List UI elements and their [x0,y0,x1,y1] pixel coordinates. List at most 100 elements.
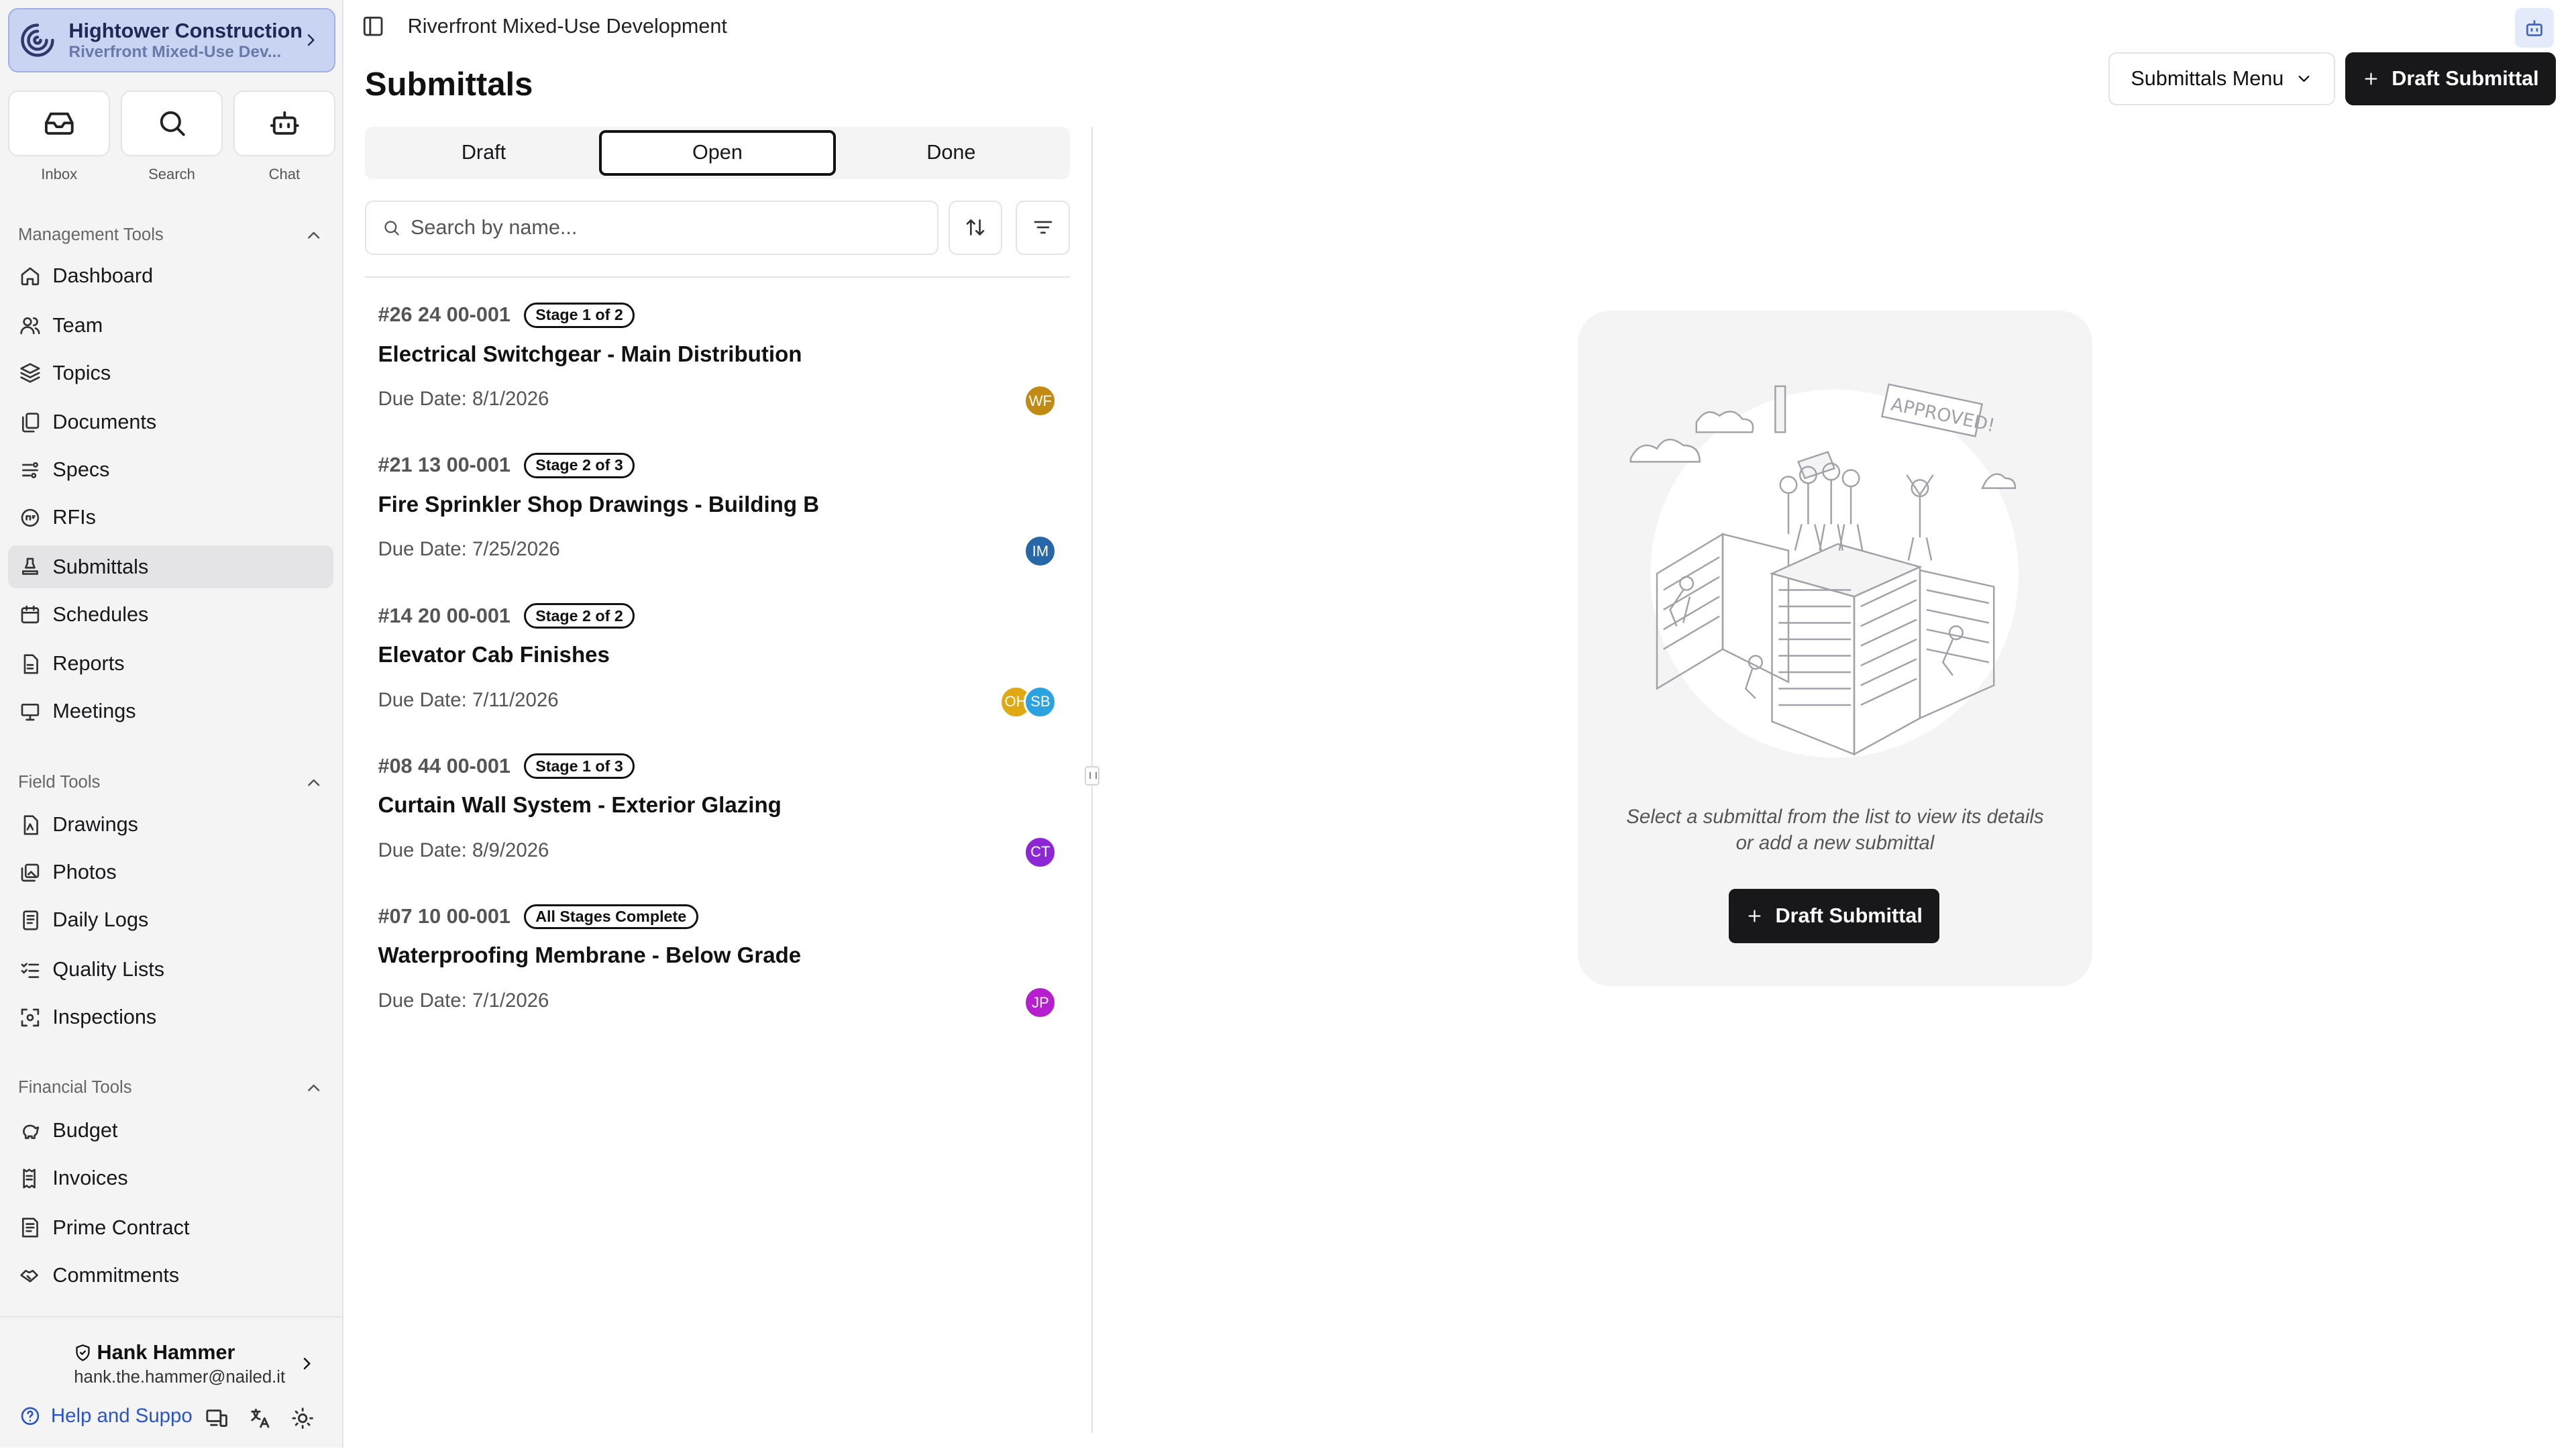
avatar[interactable]: IM [1024,535,1057,568]
submittal-due-date: Due Date: 8/9/2026 [378,839,549,861]
tab-open[interactable]: Open [599,129,836,176]
chevron-down-icon [2299,76,2310,83]
avatar[interactable]: CT [1024,835,1057,869]
tab-draft[interactable]: Draft [368,130,599,176]
submittal-due-date: Due Date: 7/25/2026 [378,538,560,561]
chevron-up-icon [308,779,320,786]
stage-badge: All Stages Complete [523,904,698,930]
sidebar-item-specs[interactable]: Specs [8,449,333,492]
submittal-due-date: Due Date: 8/1/2026 [378,388,549,411]
quick-inbox[interactable]: Inbox [8,90,111,184]
stage-badge: Stage 2 of 3 [523,452,635,478]
empty-line-2: or add a new submittal [1735,832,1935,855]
assignee-avatars: JP [1024,986,1057,1019]
notebook-icon [23,910,39,930]
panel-toggle-icon[interactable] [362,15,384,38]
sidebar-item-commitments[interactable]: Commitments [8,1254,333,1297]
devices-icon[interactable] [205,1407,228,1430]
sidebar-item-photos[interactable]: Photos [8,851,333,894]
org-project: Riverfront Mixed-Use Dev... [68,42,282,61]
quick-label: Inbox [41,166,78,183]
sort-button[interactable] [948,200,1003,255]
sidebar-item-daily-logs[interactable]: Daily Logs [8,899,333,942]
submittals-menu-button[interactable]: Submittals Menu [2108,52,2336,105]
theme-icon[interactable] [291,1407,314,1430]
bot-icon [270,111,299,136]
translate-icon[interactable] [248,1407,271,1430]
user-profile[interactable]: Hank Hammer hank.the.hammer@nailed.it [74,1341,321,1387]
assistant-button[interactable] [2514,8,2555,48]
sidebar: Hightower Construction Riverfront Mixed-… [0,0,344,1448]
sidebar-item-drawings[interactable]: Drawings [8,804,333,847]
stage-badge: Stage 2 of 2 [523,603,635,629]
sidebar-item-reports[interactable]: Reports [8,643,333,686]
app-root: Hightower Construction Riverfront Mixed-… [0,0,2575,1448]
empty-draft-submittal-button[interactable]: Draft Submittal [1729,889,1939,944]
submittal-card[interactable]: #07 10 00-001 All Stages Complete Waterpro… [365,879,1070,1029]
section-label: Field Tools [17,772,101,792]
sidebar-item-label: Documents [52,411,157,434]
submittal-card[interactable]: #21 13 00-001 Stage 2 of 3 Fire Sprinkler … [365,428,1070,578]
resize-handle[interactable] [1085,765,1100,786]
sidebar-item-team[interactable]: Team [8,304,333,347]
draft-submittal-button[interactable]: Draft Submittal [2345,52,2556,105]
breadcrumb[interactable]: Riverfront Mixed-Use Development [408,15,727,38]
sidebar-item-documents[interactable]: Documents [8,401,333,444]
avatar[interactable]: WF [1024,384,1057,418]
stage-badge: Stage 1 of 3 [523,753,635,780]
section-financial-tools[interactable]: Financial Tools [18,1078,324,1097]
sidebar-item-prime-contract[interactable]: Prime Contract [8,1206,333,1249]
sidebar-item-budget[interactable]: Budget [8,1110,333,1152]
assignee-avatars: IM [1024,535,1057,568]
help-link[interactable]: Help and Suppo [19,1405,193,1428]
stamp-icon [22,557,39,576]
plus-icon [1748,910,1761,922]
sidebar-item-label: Reports [52,652,125,676]
submittal-title: Elevator Cab Finishes [378,642,610,667]
submittal-card[interactable]: #14 20 00-001 Stage 2 of 2 Elevator Cab Fi… [365,578,1070,728]
sidebar-item-topics[interactable]: Topics [8,352,333,394]
plus-icon [2365,72,2377,85]
sidebar-item-label: Prime Contract [52,1216,190,1239]
sidebar-item-label: Meetings [52,700,136,723]
sidebar-item-rfis[interactable]: RFIs [8,496,333,539]
receipt-icon [23,1169,36,1189]
presentation-icon [21,703,40,721]
sidebar-item-schedules[interactable]: Schedules [8,593,333,636]
filter-button[interactable] [1016,200,1070,255]
submittal-card[interactable]: #08 44 00-001 Stage 1 of 3 Curtain Wall Sy… [365,729,1070,879]
help-label: Help and Suppo [50,1405,193,1428]
chevron-right-icon[interactable] [297,1354,317,1373]
stage-badge: Stage 1 of 2 [523,302,635,328]
search-box [364,200,938,255]
quick-chat[interactable]: Chat [233,90,335,184]
sidebar-item-label: Schedules [52,602,149,626]
home-icon [21,267,40,285]
page-title: Submittals [364,66,533,103]
search-icon [384,221,400,235]
sidebar-item-dashboard[interactable]: Dashboard [8,255,333,298]
sidebar-item-invoices[interactable]: Invoices [8,1157,333,1200]
sidebar-item-meetings[interactable]: Meetings [8,690,333,733]
org-switcher[interactable]: Hightower Construction Riverfront Mixed-… [8,8,335,72]
search-input[interactable] [411,215,904,239]
avatar[interactable]: SB [1024,685,1057,718]
quick-search[interactable]: Search [121,90,223,184]
sidebar-item-submittals[interactable]: Submittals [8,545,334,589]
submittal-due-date: Due Date: 7/11/2026 [378,688,559,711]
assignee-avatars: OH SB [999,685,1057,718]
sidebar-item-quality-lists[interactable]: Quality Lists [8,949,333,991]
scan-icon [21,1008,40,1026]
section-label: Management Tools [17,225,164,244]
sidebar-item-inspections[interactable]: Inspections [8,996,333,1039]
sidebar-item-label: Photos [52,861,117,884]
submittal-card[interactable]: #26 24 00-001 Stage 1 of 2 Electrical Swit… [365,278,1070,427]
section-field-tools[interactable]: Field Tools [18,773,324,792]
drawing-icon [24,815,39,835]
sidebar-item-label: Dashboard [52,264,154,288]
tab-done[interactable]: Done [836,130,1067,176]
avatar[interactable]: JP [1024,986,1057,1019]
sidebar-item-label: Topics [52,361,111,384]
rfi-icon [21,508,40,527]
section-management-tools[interactable]: Management Tools [18,225,324,245]
